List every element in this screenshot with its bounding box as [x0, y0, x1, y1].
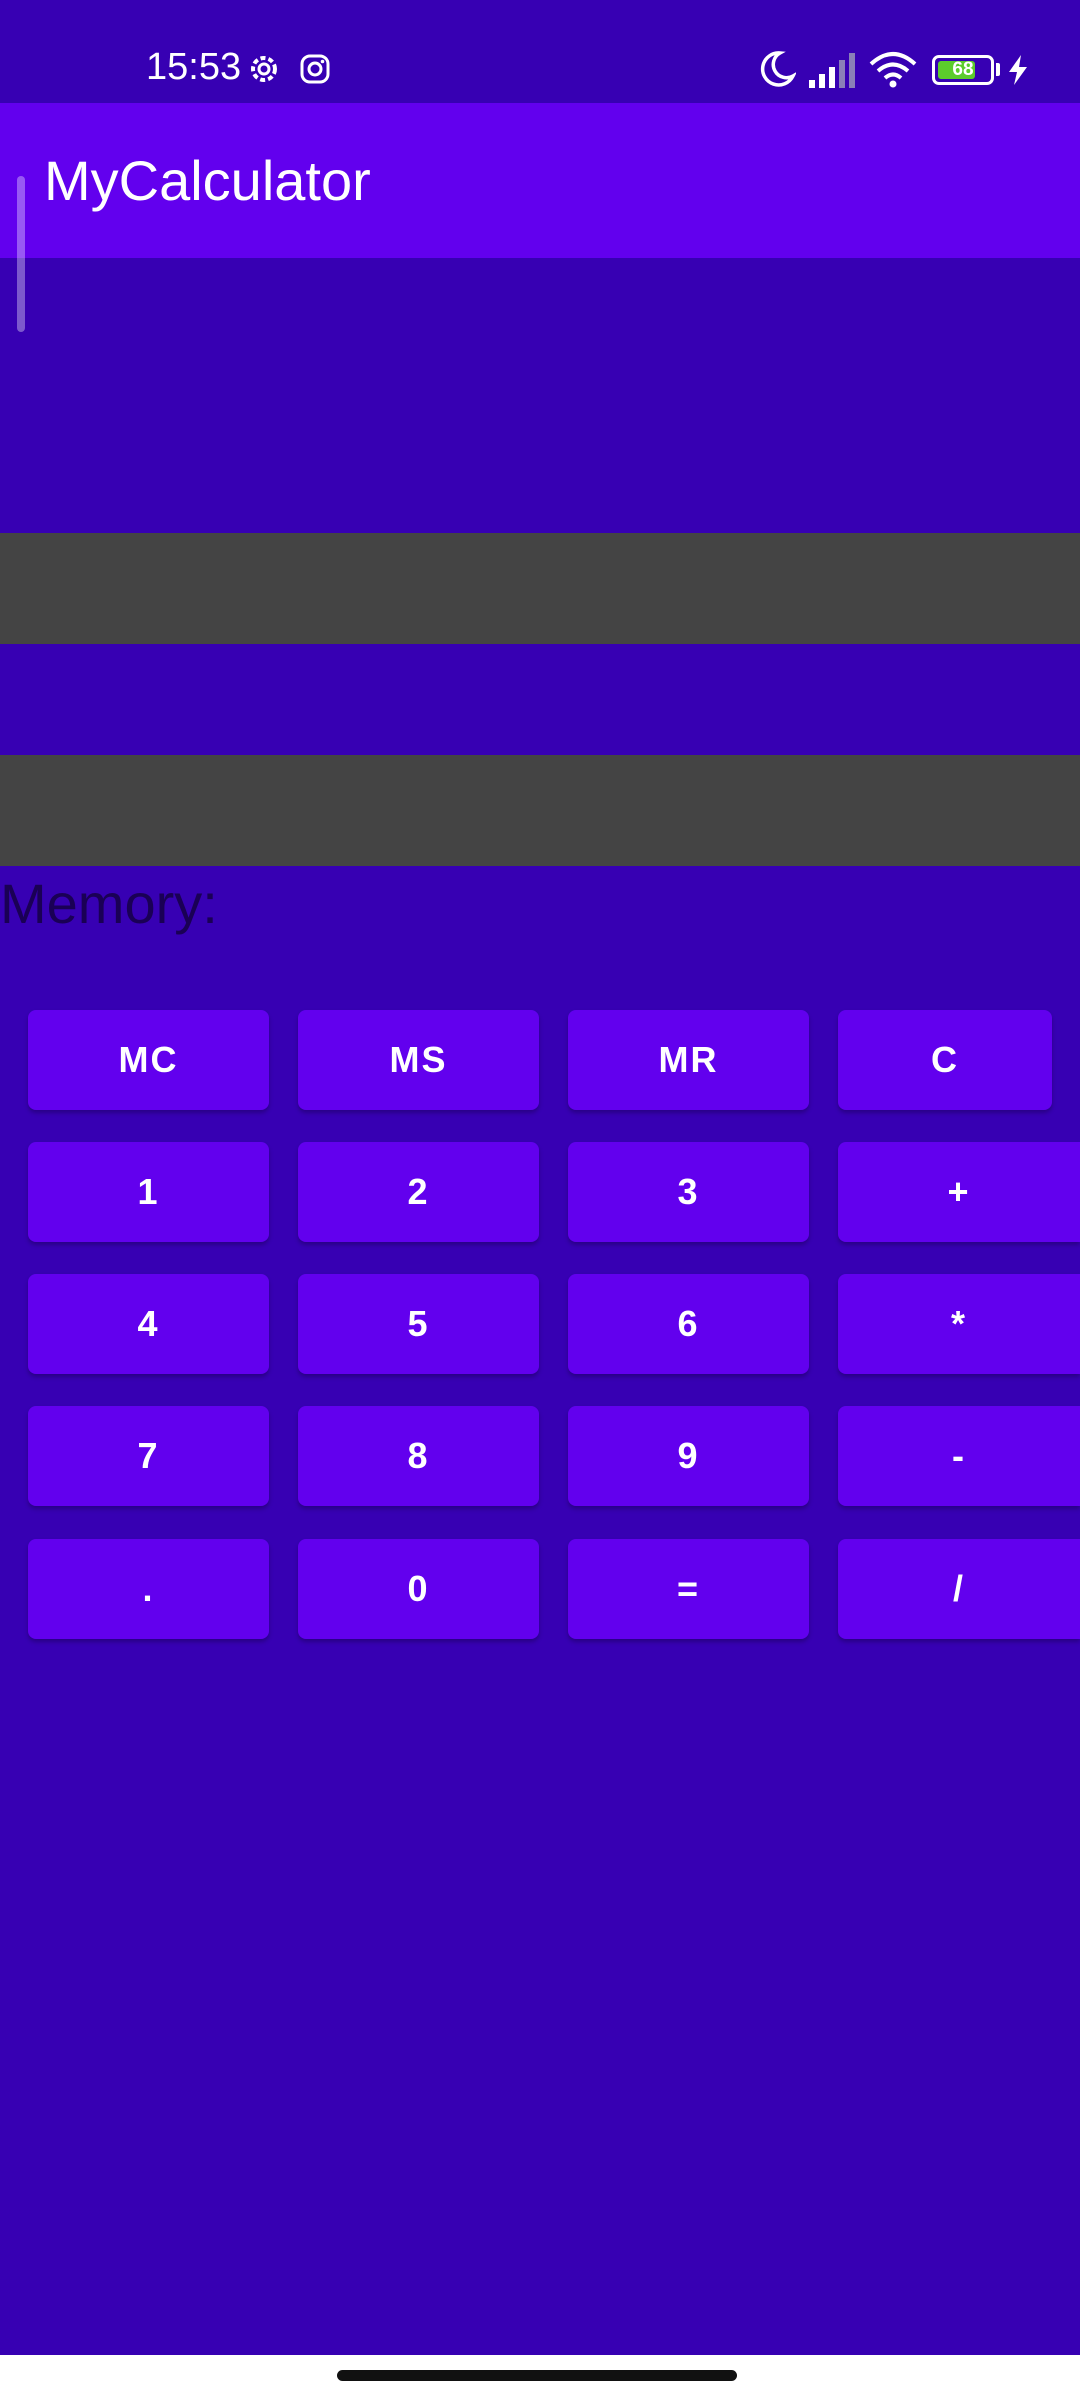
digit-3-button[interactable]: 3: [568, 1142, 809, 1242]
battery-tip: [996, 63, 1000, 76]
digit-8-button[interactable]: 8: [298, 1406, 539, 1506]
home-indicator[interactable]: [337, 2370, 737, 2381]
battery-icon: 68: [932, 55, 994, 85]
equals-button[interactable]: =: [568, 1539, 809, 1639]
subtract-button[interactable]: -: [838, 1406, 1080, 1506]
status-bar: 15:53 68: [0, 0, 1080, 103]
add-button[interactable]: +: [838, 1142, 1080, 1242]
app-title: MyCalculator: [44, 149, 371, 212]
digit-2-button[interactable]: 2: [298, 1142, 539, 1242]
digit-9-button[interactable]: 9: [568, 1406, 809, 1506]
digit-1-button[interactable]: 1: [28, 1142, 269, 1242]
wifi-icon: [869, 52, 917, 88]
result-display-field[interactable]: [0, 755, 1080, 866]
signal-icon: [809, 53, 855, 88]
memory-store-button[interactable]: MS: [298, 1010, 539, 1110]
app-bar: MyCalculator: [0, 103, 1080, 258]
status-time: 15:53: [146, 46, 242, 88]
moon-icon: [760, 51, 796, 87]
digit-7-button[interactable]: 7: [28, 1406, 269, 1506]
instagram-icon: [300, 54, 330, 84]
clear-button[interactable]: C: [838, 1010, 1052, 1110]
charging-icon: [1009, 55, 1027, 85]
digit-5-button[interactable]: 5: [298, 1274, 539, 1374]
memory-clear-button[interactable]: MC: [28, 1010, 269, 1110]
settings-gear-icon: [251, 56, 277, 82]
multiply-button[interactable]: *: [838, 1274, 1080, 1374]
memory-recall-button[interactable]: MR: [568, 1010, 809, 1110]
memory-label: Memory:: [0, 872, 218, 935]
scroll-indicator: [17, 176, 25, 332]
divide-button[interactable]: /: [838, 1539, 1080, 1639]
input-display-field[interactable]: [0, 533, 1080, 644]
digit-6-button[interactable]: 6: [568, 1274, 809, 1374]
battery-level: 68: [952, 59, 974, 80]
digit-4-button[interactable]: 4: [28, 1274, 269, 1374]
digit-0-button[interactable]: 0: [298, 1539, 539, 1639]
decimal-point-button[interactable]: .: [28, 1539, 269, 1639]
